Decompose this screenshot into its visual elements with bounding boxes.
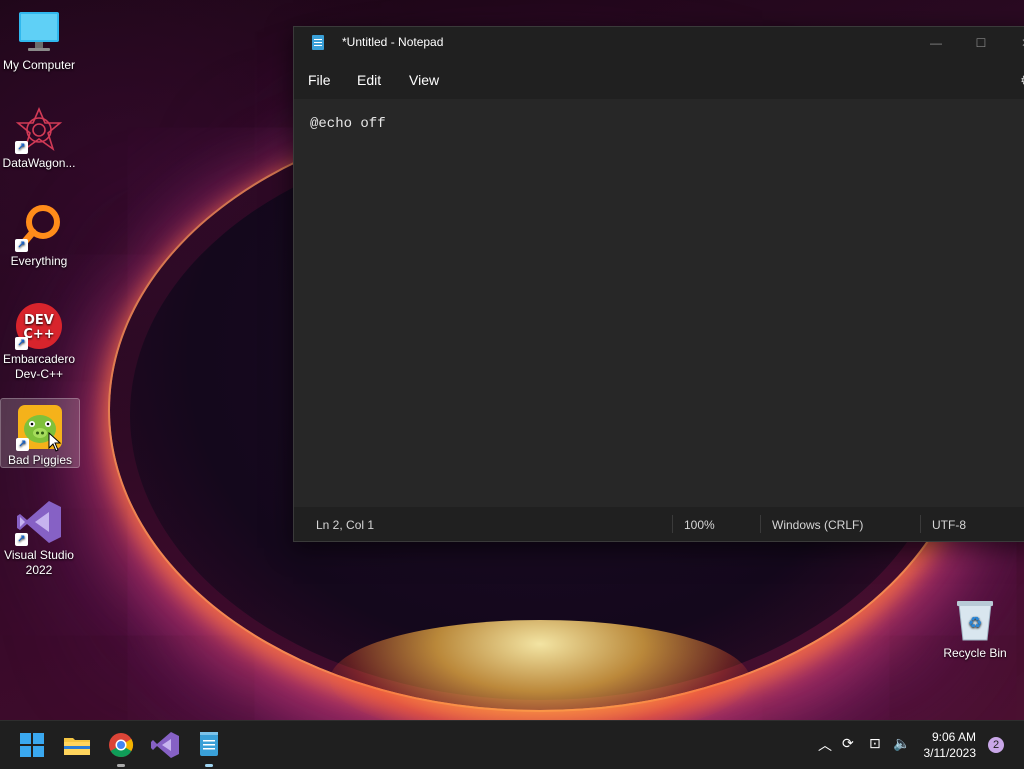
- title-bar[interactable]: *Untitled - Notepad — ☐ ✕: [294, 27, 1024, 59]
- svg-text:♻: ♻: [968, 613, 982, 632]
- notepad-icon: [312, 35, 324, 50]
- desktop-icon-label: Visual Studio 2022: [4, 548, 74, 577]
- close-button[interactable]: ✕: [1006, 31, 1024, 55]
- everything-search-icon: ↗: [15, 204, 63, 252]
- menu-bar: File Edit View ⚙: [294, 65, 1024, 95]
- status-separator: [760, 515, 761, 533]
- minimize-button[interactable]: —: [916, 31, 956, 55]
- visual-studio-icon[interactable]: [149, 729, 181, 761]
- desktop-icon-label: Recycle Bin: [943, 646, 1007, 660]
- monitor-icon: [15, 8, 63, 56]
- notepad-icon[interactable]: [193, 729, 225, 767]
- recycle-bin-icon: ♻: [951, 596, 999, 644]
- notification-badge[interactable]: 2: [988, 737, 1004, 753]
- notepad-window[interactable]: *Untitled - Notepad — ☐ ✕ File Edit View…: [293, 26, 1024, 542]
- window-title: *Untitled - Notepad: [342, 35, 444, 49]
- menu-edit[interactable]: Edit: [357, 72, 381, 88]
- network-icon[interactable]: ⊡: [869, 735, 881, 752]
- maximize-button[interactable]: ☐: [961, 31, 1001, 55]
- svg-text:DEV: DEV: [24, 313, 54, 328]
- desktop-icon-label: Everything: [10, 254, 68, 268]
- status-separator: [920, 515, 921, 533]
- clock[interactable]: 9:06 AM 3/11/2023: [924, 729, 977, 761]
- shortcut-arrow-icon: ↗: [16, 438, 29, 451]
- volume-icon[interactable]: 🔈: [893, 735, 910, 752]
- running-indicator: [117, 764, 125, 767]
- desktop-icon-datawagon[interactable]: ↗ DataWagon...: [0, 102, 78, 171]
- datawagon-icon: ↗: [15, 106, 63, 154]
- taskbar: ︿ ⟳ ⊡ 🔈 9:06 AM 3/11/2023 2: [0, 720, 1024, 769]
- desktop-icon-bad-piggies[interactable]: ↗ Bad Piggies: [0, 398, 80, 468]
- shortcut-arrow-icon: ↗: [15, 239, 28, 252]
- mouse-cursor-icon: [48, 432, 62, 452]
- shortcut-arrow-icon: ↗: [15, 337, 28, 350]
- desktop-icon-label: Embarcadero Dev-C++: [2, 352, 76, 381]
- status-encoding: UTF-8: [932, 518, 966, 532]
- svg-text:C++: C++: [23, 327, 54, 342]
- settings-icon[interactable]: ⚙: [1020, 72, 1024, 89]
- devcpp-icon: DEV C++ ↗: [15, 302, 63, 350]
- running-indicator: [205, 764, 213, 767]
- chrome-icon[interactable]: [105, 729, 137, 767]
- clock-time: 9:06 AM: [931, 730, 976, 744]
- status-bar: Ln 2, Col 1 100% Windows (CRLF) UTF-8: [294, 507, 1024, 541]
- status-zoom: 100%: [684, 518, 715, 532]
- desktop-icon-my-computer[interactable]: My Computer: [0, 4, 78, 73]
- desktop-icon-recycle-bin[interactable]: ♻ Recycle Bin: [936, 592, 1014, 661]
- desktop-icon-everything[interactable]: ↗ Everything: [0, 200, 78, 269]
- menu-file[interactable]: File: [308, 72, 331, 88]
- show-hidden-icons-chevron-icon[interactable]: ︿: [818, 735, 832, 755]
- status-separator: [672, 515, 673, 533]
- sync-icon[interactable]: ⟳: [842, 735, 854, 752]
- desktop-icon-label: My Computer: [2, 58, 76, 72]
- file-explorer-icon[interactable]: [61, 729, 93, 761]
- visual-studio-icon: ↗: [15, 498, 63, 546]
- clock-date: 3/11/2023: [923, 746, 977, 760]
- start-icon[interactable]: [16, 729, 48, 761]
- shortcut-arrow-icon: ↗: [15, 533, 28, 546]
- editor-content: @echo off: [310, 116, 386, 132]
- menu-view[interactable]: View: [409, 72, 439, 88]
- desktop-icon-devcpp[interactable]: DEV C++ ↗ Embarcadero Dev-C++: [0, 298, 78, 382]
- status-position: Ln 2, Col 1: [316, 518, 375, 532]
- status-line-ending: Windows (CRLF): [772, 518, 864, 532]
- desktop-icon-visual-studio[interactable]: ↗ Visual Studio 2022: [0, 494, 78, 578]
- desktop-icon-label: DataWagon...: [2, 156, 76, 170]
- text-editor[interactable]: @echo off: [294, 99, 1024, 507]
- desktop-icon-label: Bad Piggies: [7, 453, 73, 467]
- shortcut-arrow-icon: ↗: [15, 141, 28, 154]
